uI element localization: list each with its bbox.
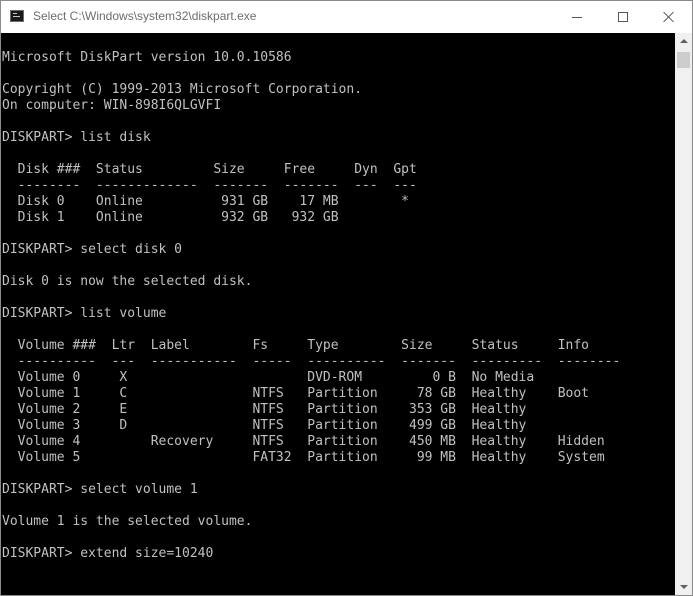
console-line: DISKPART> extend size=10240 [2, 546, 214, 561]
console-line: Microsoft DiskPart version 10.0.10586 [2, 50, 292, 65]
scroll-up-arrow-icon[interactable] [675, 33, 692, 50]
console-line: On computer: WIN-898I6QLGVFI [2, 98, 222, 113]
minimize-button[interactable] [554, 1, 600, 33]
console-line: Disk 0 Online 931 GB 17 MB * [2, 194, 409, 209]
console-line: Volume 3 D NTFS Partition 499 GB Healthy [2, 418, 527, 433]
console-line: ---------- --- ----------- ----- -------… [2, 354, 621, 369]
console-line: Volume ### Ltr Label Fs Type Size Status… [2, 338, 589, 353]
window-title: Select C:\Windows\system32\diskpart.exe [33, 9, 257, 23]
scroll-down-arrow-icon[interactable] [675, 578, 692, 595]
diskpart-window: Select C:\Windows\system32\diskpart.exe … [0, 0, 693, 596]
console-line: Copyright (C) 1999-2013 Microsoft Corpor… [2, 82, 363, 97]
console-line: Volume 0 X DVD-ROM 0 B No Media [2, 370, 535, 385]
console-line: Disk 0 is now the selected disk. [2, 274, 253, 289]
console-line: Volume 5 FAT32 Partition 99 MB Healthy S… [2, 450, 605, 465]
console-line: Disk ### Status Size Free Dyn Gpt [2, 162, 417, 177]
maximize-icon [618, 12, 628, 22]
console-line: Volume 2 E NTFS Partition 353 GB Healthy [2, 402, 527, 417]
console-line: DISKPART> select volume 1 [2, 482, 198, 497]
title-bar[interactable]: Select C:\Windows\system32\diskpart.exe [1, 1, 692, 33]
close-icon [663, 11, 675, 23]
console-text: Microsoft DiskPart version 10.0.10586 Cop… [2, 50, 620, 562]
console-line: DISKPART> list volume [2, 306, 167, 321]
close-button[interactable] [646, 1, 692, 33]
minimize-icon [572, 17, 582, 18]
console-line: DISKPART> select disk 0 [2, 242, 183, 257]
console-output-area[interactable]: Microsoft DiskPart version 10.0.10586 Cop… [1, 33, 675, 595]
console-line: DISKPART> list disk [2, 130, 151, 145]
scroll-thumb[interactable] [677, 52, 690, 68]
maximize-button[interactable] [600, 1, 646, 33]
console-line: Volume 1 C NTFS Partition 78 GB Healthy … [2, 386, 589, 401]
vertical-scrollbar[interactable] [675, 33, 692, 595]
console-line: Volume 4 Recovery NTFS Partition 450 MB … [2, 434, 605, 449]
console-line: Disk 1 Online 932 GB 932 GB [2, 210, 339, 225]
console-line: Volume 1 is the selected volume. [2, 514, 253, 529]
console-line: -------- ------------- ------- ------- -… [2, 178, 417, 193]
console-app-icon[interactable] [10, 10, 24, 22]
